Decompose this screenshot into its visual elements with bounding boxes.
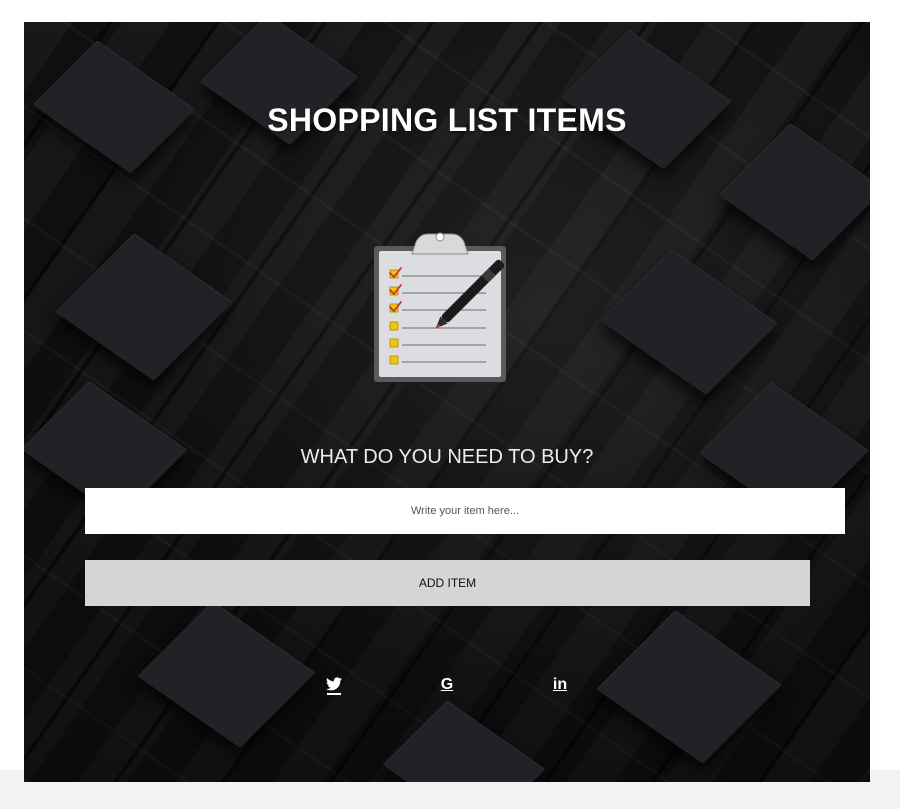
- bg-cube: [382, 700, 546, 782]
- bg-cube: [55, 233, 233, 381]
- add-item-button[interactable]: ADD ITEM: [85, 560, 810, 606]
- linkedin-icon: in: [552, 676, 568, 693]
- page-title: SHOPPING LIST ITEMS: [267, 102, 627, 138]
- google-link[interactable]: G: [435, 674, 459, 698]
- linkedin-link[interactable]: in: [548, 674, 572, 698]
- bg-cube: [599, 248, 779, 396]
- twitter-underline: [327, 693, 341, 695]
- bg-cube: [137, 600, 316, 749]
- google-icon: G: [440, 676, 454, 693]
- item-input[interactable]: [85, 488, 845, 534]
- clipboard-checklist-pen-icon: [368, 228, 528, 388]
- item-prompt-heading: WHAT DO YOU NEED TO BUY?: [300, 446, 594, 468]
- bg-cube: [718, 123, 870, 261]
- hero-background: SHOPPING LIST ITEMS WHAT DO YOU NEED TO …: [24, 22, 870, 782]
- bg-cube: [596, 610, 782, 764]
- twitter-icon: [326, 677, 342, 691]
- bg-cube: [561, 29, 732, 170]
- twitter-link[interactable]: [322, 674, 346, 698]
